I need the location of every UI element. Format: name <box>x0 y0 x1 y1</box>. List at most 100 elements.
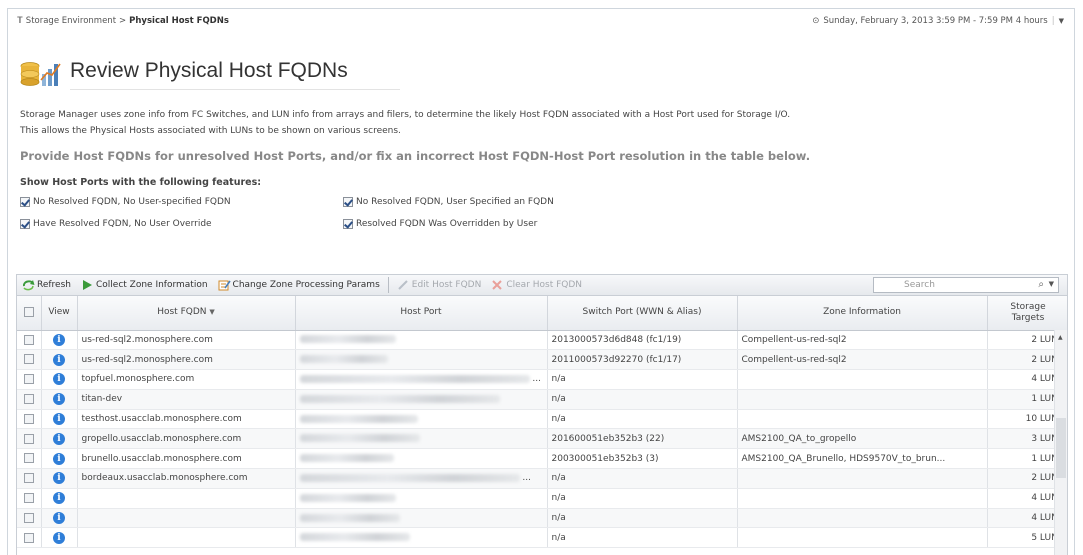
row-view-cell[interactable]: i <box>41 488 78 509</box>
row-view-cell[interactable]: i <box>41 428 78 450</box>
row-checkbox[interactable] <box>23 433 34 444</box>
scroll-up-icon[interactable]: ▲ <box>1058 334 1063 341</box>
row-view-cell[interactable]: i <box>41 409 78 430</box>
host-fqdn-cell[interactable] <box>77 508 296 529</box>
info-icon[interactable]: i <box>53 373 65 386</box>
search-input[interactable]: Search ⌕ ▼ <box>873 277 1059 293</box>
info-icon[interactable]: i <box>53 512 65 525</box>
table-row[interactable]: i titan-dev n/a 1 LUNs <box>17 389 1067 410</box>
column-header-host-fqdn[interactable]: Host FQDN ▼ <box>77 296 296 331</box>
change-zone-params-button[interactable]: Change Zone Processing Params <box>213 275 385 295</box>
host-fqdn-cell[interactable]: us-red-sql2.monosphere.com <box>77 330 296 351</box>
row-view-cell[interactable]: i <box>41 468 78 489</box>
row-checkbox[interactable] <box>23 394 34 405</box>
filter-checkbox[interactable] <box>20 219 30 229</box>
host-fqdn-cell[interactable] <box>77 527 296 549</box>
time-range-selector[interactable]: ⊙ Sunday, February 3, 2013 3:59 PM - 7:5… <box>812 16 1064 26</box>
table-row[interactable]: i us-red-sql2.monosphere.com 2011000573d9… <box>17 349 1067 371</box>
host-fqdn-cell[interactable]: us-red-sql2.monosphere.com <box>77 349 296 371</box>
table-row[interactable]: i n/a 4 LUNs <box>17 508 1067 529</box>
filter-resolved-no-override[interactable]: Have Resolved FQDN, No User Override <box>20 219 212 229</box>
table-row[interactable]: i us-red-sql2.monosphere.com 2013000573d6… <box>17 330 1067 351</box>
column-header-storage-targets[interactable]: Storage Targets <box>987 296 1067 331</box>
scrollbar-thumb[interactable] <box>1056 418 1066 478</box>
host-fqdn-cell[interactable] <box>77 488 296 509</box>
column-header-host-port[interactable]: Host Port <box>295 296 548 331</box>
filter-no-resolved-user-specified[interactable]: No Resolved FQDN, User Specified an FQDN <box>343 197 554 207</box>
info-icon[interactable]: i <box>53 393 65 406</box>
row-select-cell[interactable] <box>17 508 42 529</box>
info-icon[interactable]: i <box>53 353 65 366</box>
host-fqdn-cell[interactable]: brunello.usacclab.monosphere.com <box>77 448 296 470</box>
row-select-cell[interactable] <box>17 488 42 509</box>
filters-heading: Show Host Ports with the following featu… <box>20 177 262 188</box>
row-select-cell[interactable] <box>17 409 42 430</box>
host-fqdn-cell[interactable]: gropello.usacclab.monosphere.com <box>77 428 296 450</box>
table-row[interactable]: i gropello.usacclab.monosphere.com 201600… <box>17 428 1067 450</box>
host-fqdn-cell[interactable]: testhost.usacclab.monosphere.com <box>77 409 296 430</box>
row-checkbox[interactable] <box>23 413 34 424</box>
row-view-cell[interactable]: i <box>41 349 78 371</box>
row-view-cell[interactable]: i <box>41 527 78 549</box>
row-select-cell[interactable] <box>17 349 42 371</box>
table-row[interactable]: i testhost.usacclab.monosphere.com n/a 10 … <box>17 409 1067 430</box>
vertical-scrollbar[interactable]: ▲ <box>1054 330 1067 555</box>
edit-host-fqdn-button[interactable]: Edit Host FQDN <box>392 275 487 295</box>
row-checkbox[interactable] <box>23 374 34 385</box>
column-header-switch-port[interactable]: Switch Port (WWN & Alias) <box>547 296 738 331</box>
row-view-cell[interactable]: i <box>41 369 78 390</box>
collect-label: Collect Zone Information <box>96 280 208 290</box>
info-icon[interactable]: i <box>53 333 65 346</box>
info-icon[interactable]: i <box>53 472 65 485</box>
row-checkbox[interactable] <box>23 334 34 345</box>
filter-resolved-overridden[interactable]: Resolved FQDN Was Overridden by User <box>343 219 537 229</box>
filter-checkbox[interactable] <box>343 219 353 229</box>
info-icon[interactable]: i <box>53 452 65 465</box>
refresh-button[interactable]: Refresh <box>17 275 76 295</box>
select-all-column[interactable] <box>17 296 42 331</box>
info-icon[interactable]: i <box>53 492 65 505</box>
column-header-view[interactable]: View <box>41 296 78 331</box>
row-select-cell[interactable] <box>17 369 42 390</box>
column-header-zone-info[interactable]: Zone Information <box>737 296 988 331</box>
row-checkbox[interactable] <box>23 354 34 365</box>
chevron-down-icon[interactable]: ▼ <box>1049 280 1054 288</box>
row-view-cell[interactable]: i <box>41 389 78 410</box>
table-row[interactable]: i n/a 5 LUNs <box>17 527 1067 549</box>
select-all-checkbox[interactable] <box>23 307 34 317</box>
row-checkbox[interactable] <box>23 512 34 523</box>
row-view-cell[interactable]: i <box>41 448 78 470</box>
table-row[interactable]: i n/a 4 LUNs <box>17 488 1067 509</box>
row-checkbox[interactable] <box>23 532 34 543</box>
table-row[interactable]: i brunello.usacclab.monosphere.com 200300… <box>17 448 1067 470</box>
chevron-down-icon[interactable]: ▼ <box>1059 17 1064 25</box>
filter-no-resolved-no-user[interactable]: No Resolved FQDN, No User-specified FQDN <box>20 197 231 207</box>
host-fqdn-cell[interactable]: titan-dev <box>77 389 296 410</box>
collect-zone-info-button[interactable]: Collect Zone Information <box>76 275 213 295</box>
filter-label: No Resolved FQDN, User Specified an FQDN <box>356 197 554 207</box>
info-icon[interactable]: i <box>53 413 65 426</box>
zone-info-cell: AMS2100_QA_to_gropello <box>737 428 988 450</box>
info-icon[interactable]: i <box>53 432 65 445</box>
row-select-cell[interactable] <box>17 448 42 470</box>
row-select-cell[interactable] <box>17 527 42 549</box>
row-view-cell[interactable]: i <box>41 330 78 351</box>
table-row[interactable]: i bordeaux.usacclab.monosphere.com ... n/a… <box>17 468 1067 489</box>
breadcrumb-parent[interactable]: Storage Environment <box>26 16 116 26</box>
filter-checkbox[interactable] <box>20 197 30 207</box>
row-select-cell[interactable] <box>17 389 42 410</box>
host-fqdn-cell[interactable]: bordeaux.usacclab.monosphere.com <box>77 468 296 489</box>
filter-checkbox[interactable] <box>343 197 353 207</box>
row-view-cell[interactable]: i <box>41 508 78 529</box>
row-checkbox[interactable] <box>23 473 34 484</box>
host-fqdn-cell[interactable]: topfuel.monosphere.com <box>77 369 296 390</box>
clear-host-fqdn-button[interactable]: Clear Host FQDN <box>486 275 587 295</box>
row-checkbox[interactable] <box>23 453 34 464</box>
search-icon[interactable]: ⌕ <box>1038 279 1044 290</box>
row-select-cell[interactable] <box>17 330 42 351</box>
table-row[interactable]: i topfuel.monosphere.com ... n/a 4 LUNs <box>17 369 1067 390</box>
row-select-cell[interactable] <box>17 468 42 489</box>
info-icon[interactable]: i <box>53 531 65 544</box>
row-select-cell[interactable] <box>17 428 42 450</box>
row-checkbox[interactable] <box>23 493 34 504</box>
